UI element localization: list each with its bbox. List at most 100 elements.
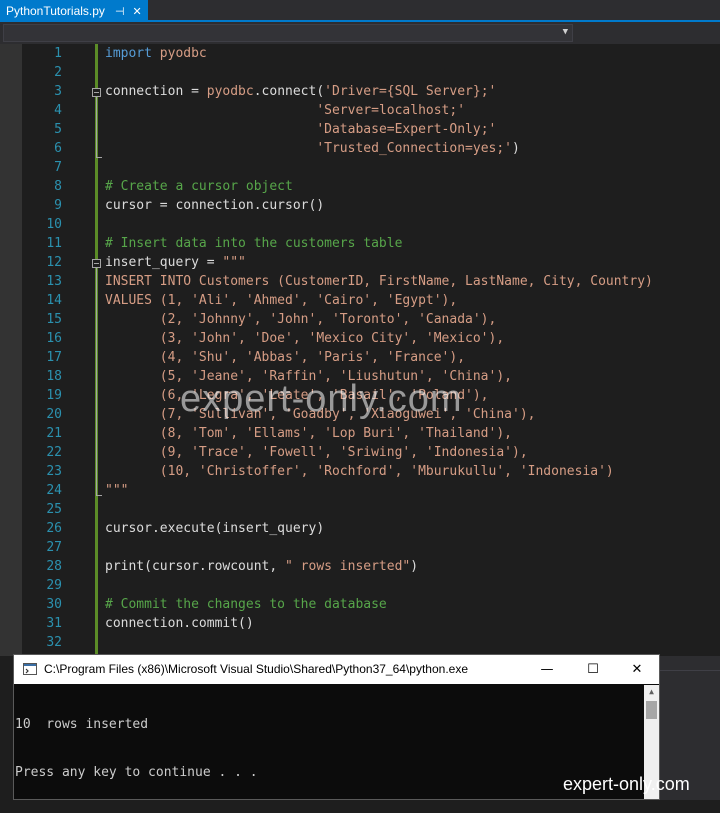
- code-text: (4, 'Shu', 'Abbas', 'Paris', 'France'),: [105, 348, 465, 367]
- code-line[interactable]: 23 (10, 'Christoffer', 'Rochford', 'Mbur…: [0, 462, 720, 481]
- code-line[interactable]: 2: [0, 63, 720, 82]
- code-token: cursor = connection.cursor(): [105, 198, 325, 213]
- console-line: Press any key to continue . . .: [15, 765, 258, 780]
- console-line: 10 rows inserted: [15, 717, 149, 732]
- code-line[interactable]: 32: [0, 633, 720, 652]
- line-number: 27: [46, 540, 62, 555]
- code-token: pyodbc: [159, 46, 207, 61]
- code-text: import pyodbc: [105, 44, 207, 63]
- watermark-text: expert-only.com: [180, 378, 463, 420]
- code-line[interactable]: 29: [0, 576, 720, 595]
- code-text: (10, 'Christoffer', 'Rochford', 'Mburuku…: [105, 462, 614, 481]
- code-token: 'Database=Expert-Only;': [316, 122, 497, 137]
- line-number: 31: [46, 616, 62, 631]
- line-number: 32: [46, 635, 62, 650]
- code-text: cursor.execute(insert_query): [105, 519, 324, 538]
- code-text: """: [105, 481, 128, 500]
- code-line[interactable]: 10: [0, 215, 720, 234]
- code-token: (9, 'Trace', 'Fowell', 'Sriwing', 'Indon…: [105, 445, 528, 460]
- code-line[interactable]: 14 VALUES (1, 'Ali', 'Ahmed', 'Cairo', 'E…: [0, 291, 720, 310]
- line-number: 8: [54, 179, 62, 194]
- code-text: INSERT INTO Customers (CustomerID, First…: [105, 272, 653, 291]
- member-dropdown[interactable]: ▼: [3, 24, 573, 42]
- code-line[interactable]: 9 cursor = connection.cursor(): [0, 196, 720, 215]
- line-number: 10: [46, 217, 62, 232]
- code-text: insert_query = """: [105, 253, 246, 272]
- code-line[interactable]: 6 'Trusted_Connection=yes;'): [0, 139, 720, 158]
- code-line[interactable]: 26 cursor.execute(insert_query): [0, 519, 720, 538]
- code-token: 'Server=localhost;': [316, 103, 466, 118]
- code-token: """: [222, 255, 246, 270]
- code-token: import: [105, 46, 160, 61]
- line-number: 24: [46, 483, 62, 498]
- code-text: VALUES (1, 'Ali', 'Ahmed', 'Cairo', 'Egy…: [105, 291, 457, 310]
- code-line[interactable]: 21 (8, 'Tom', 'Ellams', 'Lop Buri', 'Tha…: [0, 424, 720, 443]
- code-line[interactable]: 7: [0, 158, 720, 177]
- code-text: connection = pyodbc.connect('Driver={SQL…: [105, 82, 496, 101]
- code-line[interactable]: 4 'Server=localhost;': [0, 101, 720, 120]
- code-line[interactable]: 24 """: [0, 481, 720, 500]
- line-number: 17: [46, 350, 62, 365]
- tab-title: PythonTutorials.py: [6, 4, 105, 18]
- code-line[interactable]: 8 # Create a cursor object: [0, 177, 720, 196]
- fold-guide: [96, 97, 97, 157]
- code-line[interactable]: 28 print(cursor.rowcount, " rows inserted…: [0, 557, 720, 576]
- line-number: 9: [54, 198, 62, 213]
- code-line[interactable]: 11 # Insert data into the customers table: [0, 234, 720, 253]
- line-number: 25: [46, 502, 62, 517]
- scrollbar-thumb[interactable]: [646, 701, 657, 719]
- code-line[interactable]: 17 (4, 'Shu', 'Abbas', 'Paris', 'France'…: [0, 348, 720, 367]
- fold-toggle-icon[interactable]: [92, 259, 101, 268]
- line-number: 11: [46, 236, 62, 251]
- code-line[interactable]: 15 (2, 'Johnny', 'John', 'Toronto', 'Can…: [0, 310, 720, 329]
- close-icon[interactable]: ✕: [133, 5, 142, 18]
- line-number: 2: [54, 65, 62, 80]
- maximize-icon[interactable]: ☐: [570, 655, 616, 684]
- code-editor[interactable]: 1 import pyodbc 2 3 connection = pyodbc.conn…: [0, 44, 720, 656]
- code-token: VALUES (1, 'Ali', 'Ahmed', 'Cairo', 'Egy…: [105, 293, 458, 308]
- code-token: ): [512, 141, 520, 156]
- pin-icon[interactable]: ⊣: [115, 5, 125, 18]
- code-text: connection.commit(): [105, 614, 254, 633]
- code-line[interactable]: 25: [0, 500, 720, 519]
- code-token: INSERT INTO Customers (CustomerID, First…: [105, 274, 653, 289]
- code-token: 'Driver={SQL Server};': [324, 84, 497, 99]
- code-text: # Insert data into the customers table: [105, 234, 402, 253]
- code-token: # Create a cursor object: [105, 179, 293, 194]
- code-token: print(cursor.rowcount,: [105, 559, 286, 574]
- line-number: 30: [46, 597, 62, 612]
- close-icon[interactable]: ✕: [614, 655, 660, 684]
- code-line[interactable]: 5 'Database=Expert-Only;': [0, 120, 720, 139]
- code-token: (3, 'John', 'Doe', 'Mexico City', 'Mexic…: [105, 331, 505, 346]
- line-number: 4: [54, 103, 62, 118]
- line-number: 15: [46, 312, 62, 327]
- tab-pythontutorials[interactable]: PythonTutorials.py ⊣ ✕: [0, 0, 148, 22]
- code-token: # Insert data into the customers table: [105, 236, 403, 251]
- code-text: 'Database=Expert-Only;': [105, 120, 496, 139]
- code-line[interactable]: 12 insert_query = """: [0, 253, 720, 272]
- code-line[interactable]: 16 (3, 'John', 'Doe', 'Mexico City', 'Me…: [0, 329, 720, 348]
- code-line[interactable]: 22 (9, 'Trace', 'Fowell', 'Sriwing', 'In…: [0, 443, 720, 462]
- code-line[interactable]: 3 connection = pyodbc.connect('Driver={SQ…: [0, 82, 720, 101]
- code-text: print(cursor.rowcount, " rows inserted"): [105, 557, 418, 576]
- code-token: connection =: [105, 84, 207, 99]
- code-text: 'Trusted_Connection=yes;'): [105, 139, 520, 158]
- code-text: (3, 'John', 'Doe', 'Mexico City', 'Mexic…: [105, 329, 504, 348]
- code-line[interactable]: 13 INSERT INTO Customers (CustomerID, Fir…: [0, 272, 720, 291]
- code-token: (4, 'Shu', 'Abbas', 'Paris', 'France'),: [105, 350, 466, 365]
- chevron-down-icon[interactable]: ▼: [563, 27, 568, 37]
- console-title-bar[interactable]: C:\Program Files (x86)\Microsoft Visual …: [14, 655, 659, 684]
- scroll-up-icon[interactable]: ▲: [644, 685, 659, 699]
- code-line[interactable]: 1 import pyodbc: [0, 44, 720, 63]
- code-token: cursor.execute(insert_query): [105, 521, 325, 536]
- code-token: ): [410, 559, 419, 574]
- line-number: 29: [46, 578, 62, 593]
- code-line[interactable]: 31 connection.commit(): [0, 614, 720, 633]
- minimize-icon[interactable]: —: [524, 655, 570, 684]
- code-line[interactable]: 30 # Commit the changes to the database: [0, 595, 720, 614]
- fold-toggle-icon[interactable]: [92, 88, 101, 97]
- code-token: connection.commit(): [105, 616, 254, 631]
- code-line[interactable]: 27: [0, 538, 720, 557]
